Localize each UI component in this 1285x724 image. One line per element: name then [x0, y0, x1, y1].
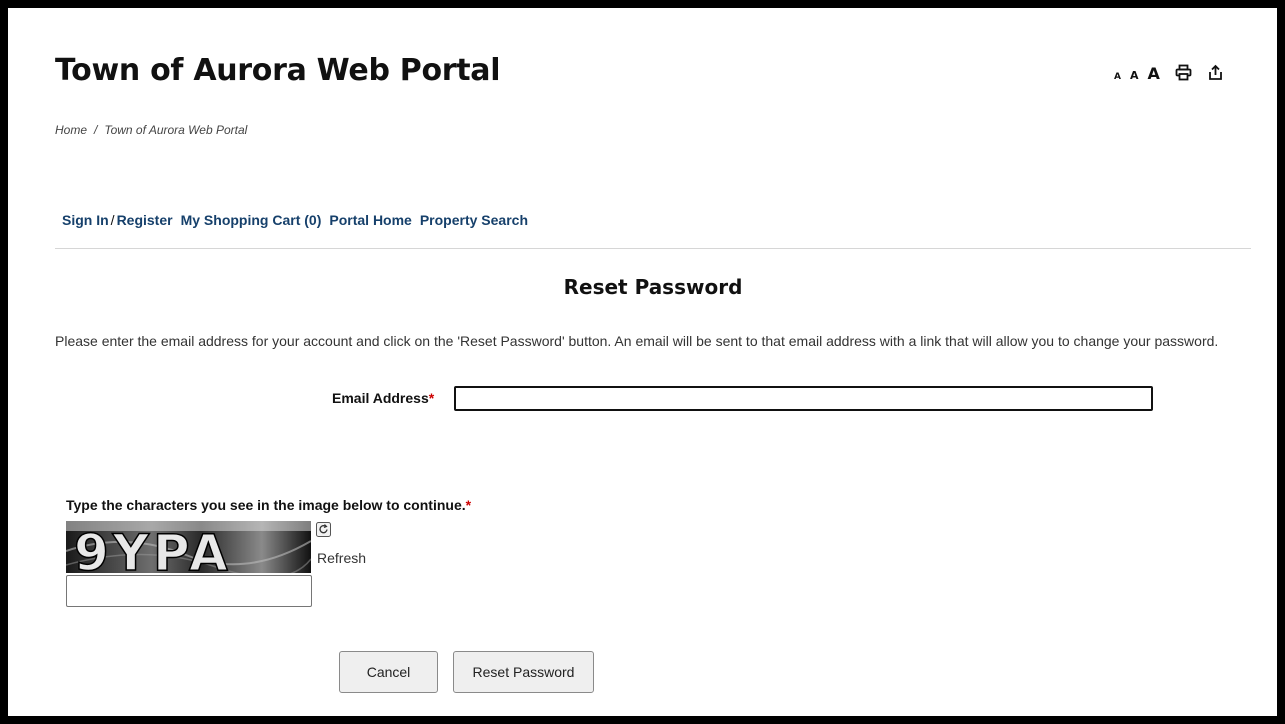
- breadcrumb-current: Town of Aurora Web Portal: [104, 123, 248, 137]
- breadcrumb-separator: /: [94, 123, 98, 137]
- captcha-text: 9YPA: [74, 524, 232, 573]
- reset-password-button[interactable]: Reset Password: [453, 651, 594, 693]
- sign-in-link[interactable]: Sign In: [62, 212, 109, 228]
- font-size-medium-button[interactable]: A: [1130, 69, 1139, 82]
- breadcrumb: Home / Town of Aurora Web Portal: [55, 123, 247, 137]
- shopping-cart-link[interactable]: My Shopping Cart (0): [181, 212, 322, 228]
- portal-nav: Sign In / Register My Shopping Cart (0) Port…: [62, 212, 528, 228]
- required-marker: *: [428, 390, 435, 406]
- email-label: Email Address*: [332, 390, 434, 406]
- refresh-icon[interactable]: [316, 522, 331, 537]
- captcha-required-marker: *: [465, 497, 472, 513]
- captcha-label: Type the characters you see in the image…: [66, 497, 471, 513]
- printer-icon[interactable]: [1175, 64, 1192, 81]
- header-tools: A A A: [1114, 62, 1224, 83]
- font-size-small-button[interactable]: A: [1114, 72, 1121, 82]
- portal-home-link[interactable]: Portal Home: [329, 212, 411, 228]
- property-search-link[interactable]: Property Search: [420, 212, 528, 228]
- font-size-large-button[interactable]: A: [1147, 64, 1159, 83]
- breadcrumb-home-link[interactable]: Home: [55, 123, 87, 137]
- page-frame: Town of Aurora Web Portal A A A Home / Tow…: [8, 8, 1277, 716]
- email-label-text: Email Address: [332, 390, 429, 406]
- site-title: Town of Aurora Web Portal: [55, 53, 501, 88]
- captcha-label-text: Type the characters you see in the image…: [66, 497, 466, 513]
- register-link[interactable]: Register: [117, 212, 173, 228]
- captcha-image: 9YPA: [66, 521, 311, 573]
- share-icon[interactable]: [1207, 64, 1224, 81]
- instructions-text: Please enter the email address for your …: [55, 333, 1219, 349]
- email-input[interactable]: [454, 386, 1153, 411]
- captcha-input[interactable]: [66, 575, 312, 607]
- cancel-button[interactable]: Cancel: [339, 651, 438, 693]
- refresh-link[interactable]: Refresh: [317, 550, 366, 566]
- nav-slash: /: [110, 212, 115, 228]
- page-title: Reset Password: [563, 275, 743, 299]
- nav-divider: [55, 248, 1251, 249]
